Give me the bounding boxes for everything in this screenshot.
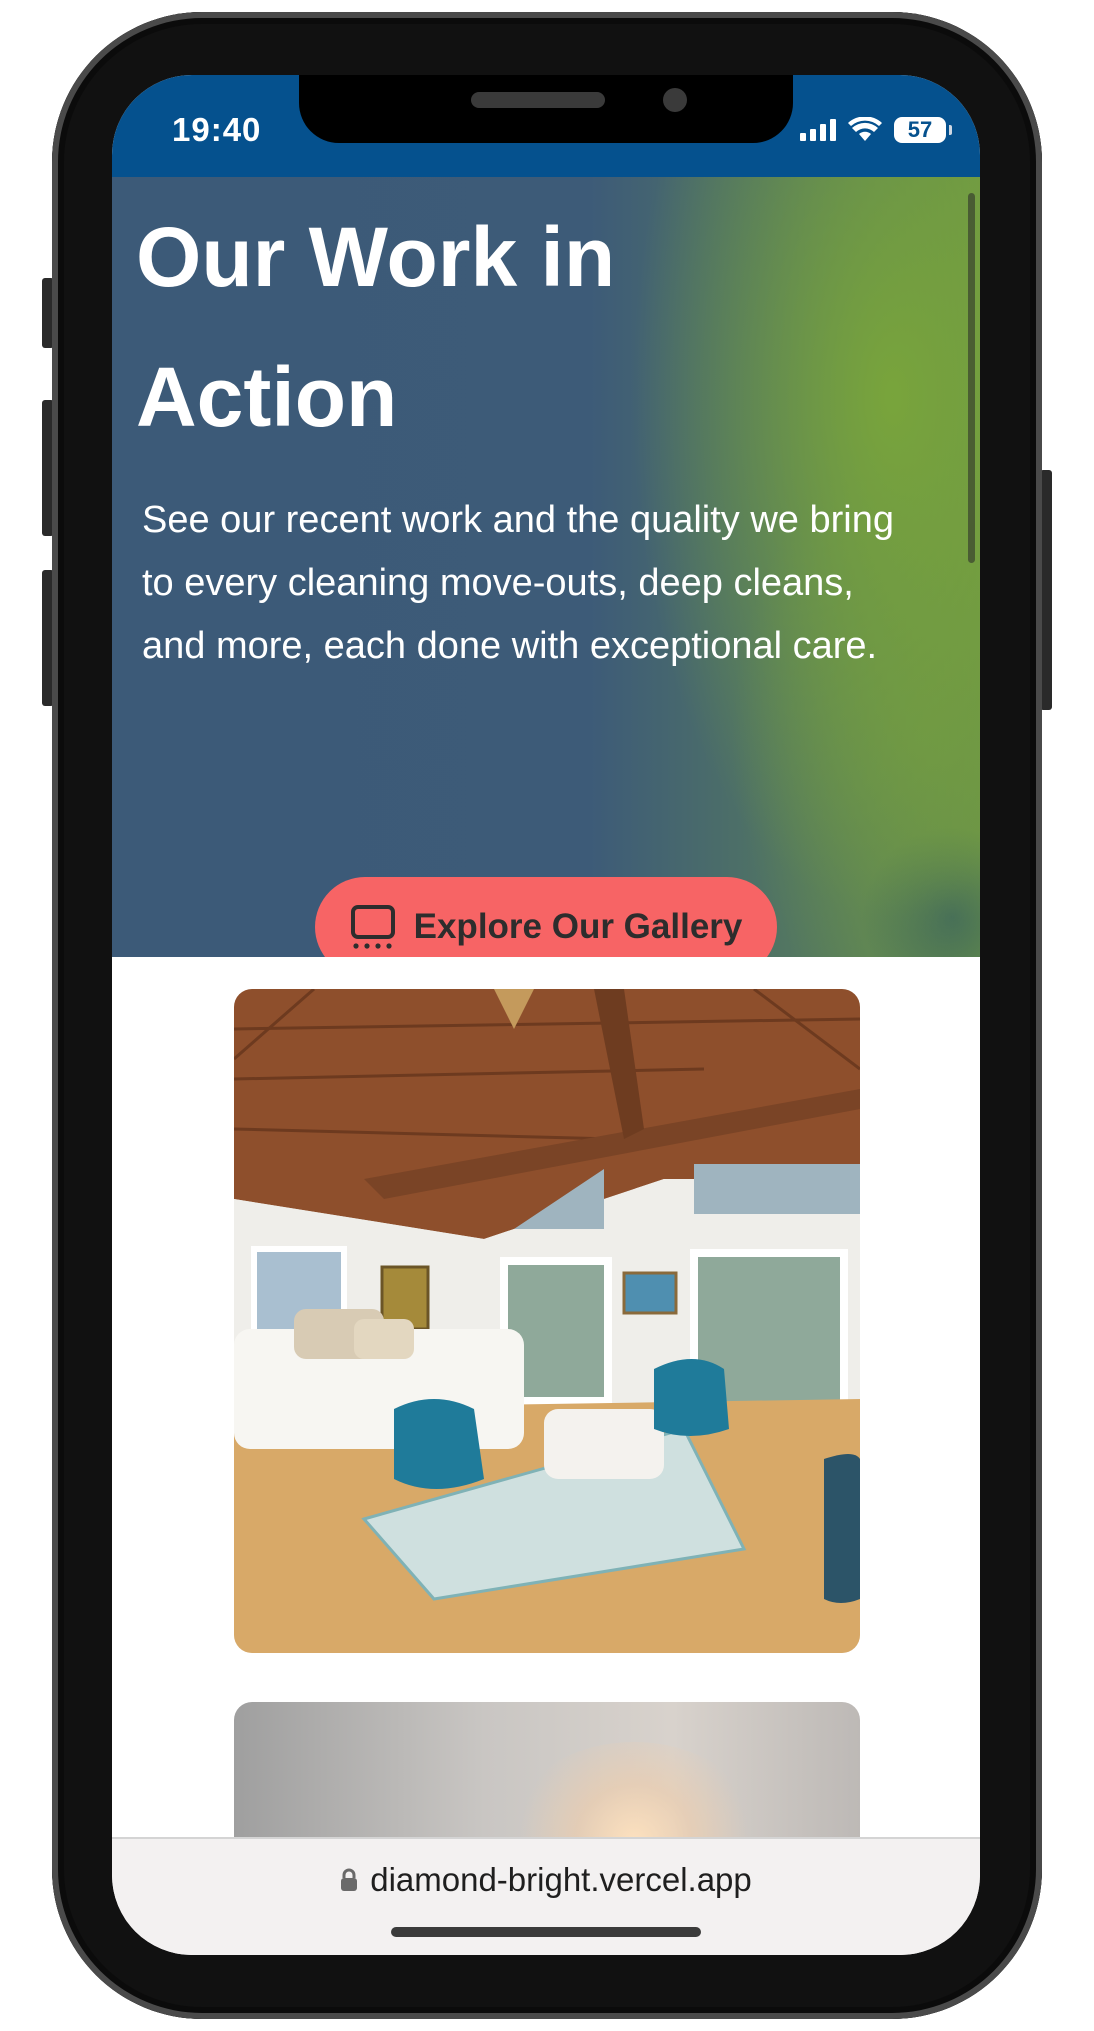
gallery-image-bedroom[interactable] [234, 989, 860, 1653]
url-text: diamond-bright.vercel.app [370, 1861, 752, 1898]
speaker-grille [471, 92, 605, 108]
battery-icon: 57 [894, 117, 952, 143]
status-time: 19:40 [172, 111, 262, 148]
gallery-icon [350, 905, 395, 949]
notch [299, 75, 793, 143]
browser-address-bar[interactable]: diamond-bright.vercel.app [112, 1837, 980, 1955]
url-display[interactable]: diamond-bright.vercel.app [112, 1861, 980, 1899]
phone-screen: 19:40 57 Our Work in Action See our rece… [112, 75, 980, 1955]
lock-icon [341, 1868, 358, 1891]
bedroom-photo [234, 989, 860, 1653]
home-indicator[interactable] [391, 1927, 701, 1937]
hero-title: Our Work in Action [136, 210, 616, 444]
status-icons: 57 [800, 117, 952, 143]
explore-gallery-label: Explore Our Gallery [413, 907, 743, 946]
wifi-icon [848, 117, 882, 141]
cellular-signal-icon [800, 119, 836, 141]
front-camera [663, 88, 687, 112]
scrollbar[interactable] [968, 193, 975, 563]
hero-section: Our Work in Action See our recent work a… [112, 177, 980, 957]
hero-description: See our recent work and the quality we b… [142, 499, 894, 667]
explore-gallery-button[interactable]: Explore Our Gallery [315, 877, 777, 957]
